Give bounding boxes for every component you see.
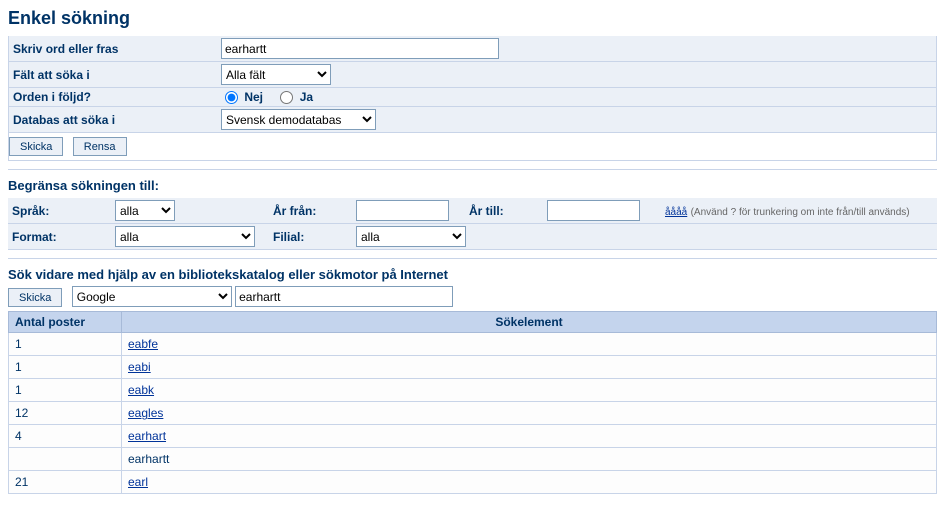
search-form: Skriv ord eller fras Fält att söka i All… xyxy=(8,35,937,161)
divider xyxy=(8,258,937,259)
order-yes-radio[interactable] xyxy=(280,91,293,104)
count-cell: 12 xyxy=(9,402,122,425)
page-title: Enkel sökning xyxy=(8,8,937,29)
year-to-label: År till: xyxy=(465,198,543,224)
order-label: Orden i följd? xyxy=(9,88,218,107)
format-select[interactable]: alla xyxy=(115,226,255,247)
term-cell: eagles xyxy=(122,402,937,425)
external-submit-button[interactable]: Skicka xyxy=(8,288,62,307)
table-row: earhartt xyxy=(9,448,937,471)
year-from-input[interactable] xyxy=(356,200,449,221)
table-row: 12 eagles xyxy=(9,402,937,425)
table-row: 4 earhart xyxy=(9,425,937,448)
external-query-input[interactable] xyxy=(235,286,453,307)
count-cell: 4 xyxy=(9,425,122,448)
database-select[interactable]: Svensk demodatabas xyxy=(221,109,376,130)
term-cell: earhart xyxy=(122,425,937,448)
term-link[interactable]: earhart xyxy=(128,429,166,443)
count-cell: 1 xyxy=(9,333,122,356)
results-term-header: Sökelement xyxy=(122,312,937,333)
order-no-radio[interactable] xyxy=(225,91,238,104)
table-row: 1 eabi xyxy=(9,356,937,379)
term-cell: eabfe xyxy=(122,333,937,356)
table-row: 1 eabfe xyxy=(9,333,937,356)
database-label: Databas att söka i xyxy=(9,107,218,133)
external-engine-select[interactable]: Google xyxy=(72,286,232,307)
term-cell: earhartt xyxy=(122,448,937,471)
branch-select[interactable]: alla xyxy=(356,226,466,247)
table-row: 1 eabk xyxy=(9,379,937,402)
divider xyxy=(8,169,937,170)
branch-label: Filial: xyxy=(269,224,352,250)
query-input[interactable] xyxy=(221,38,499,59)
term-link[interactable]: eabfe xyxy=(128,337,158,351)
results-table: Antal poster Sökelement 1 eabfe 1 eabi 1 eabk… xyxy=(8,311,937,494)
year-hint-link[interactable]: åååå xyxy=(665,207,687,218)
language-label: Språk: xyxy=(8,198,111,224)
count-cell xyxy=(9,448,122,471)
term-cell: eabi xyxy=(122,356,937,379)
term-link[interactable]: earl xyxy=(128,475,148,489)
clear-button[interactable]: Rensa xyxy=(73,137,127,156)
term-link[interactable]: eabk xyxy=(128,383,154,397)
query-label: Skriv ord eller fras xyxy=(9,36,218,62)
year-from-label: År från: xyxy=(269,198,352,224)
external-search-row: Skicka Google xyxy=(8,286,937,307)
results-count-header: Antal poster xyxy=(9,312,122,333)
order-yes-label: Ja xyxy=(300,90,313,104)
limit-heading: Begränsa sökningen till: xyxy=(8,178,937,193)
external-heading: Sök vidare med hjälp av en bibliotekskat… xyxy=(8,267,937,282)
field-select[interactable]: Alla fält xyxy=(221,64,331,85)
order-no-label: Nej xyxy=(244,90,263,104)
submit-button[interactable]: Skicka xyxy=(9,137,63,156)
term-cell: eabk xyxy=(122,379,937,402)
term-cell: earl xyxy=(122,471,937,494)
table-row: 21 earl xyxy=(9,471,937,494)
limit-form: Språk: alla År från: År till: åååå (Anvä… xyxy=(8,197,937,250)
format-label: Format: xyxy=(8,224,111,250)
year-to-input[interactable] xyxy=(547,200,640,221)
term-link[interactable]: eabi xyxy=(128,360,151,374)
term-link[interactable]: eagles xyxy=(128,406,163,420)
year-hint-text: (Använd ? för trunkering om inte från/ti… xyxy=(691,207,910,218)
language-select[interactable]: alla xyxy=(115,200,175,221)
count-cell: 1 xyxy=(9,379,122,402)
count-cell: 21 xyxy=(9,471,122,494)
count-cell: 1 xyxy=(9,356,122,379)
field-label: Fält att söka i xyxy=(9,62,218,88)
